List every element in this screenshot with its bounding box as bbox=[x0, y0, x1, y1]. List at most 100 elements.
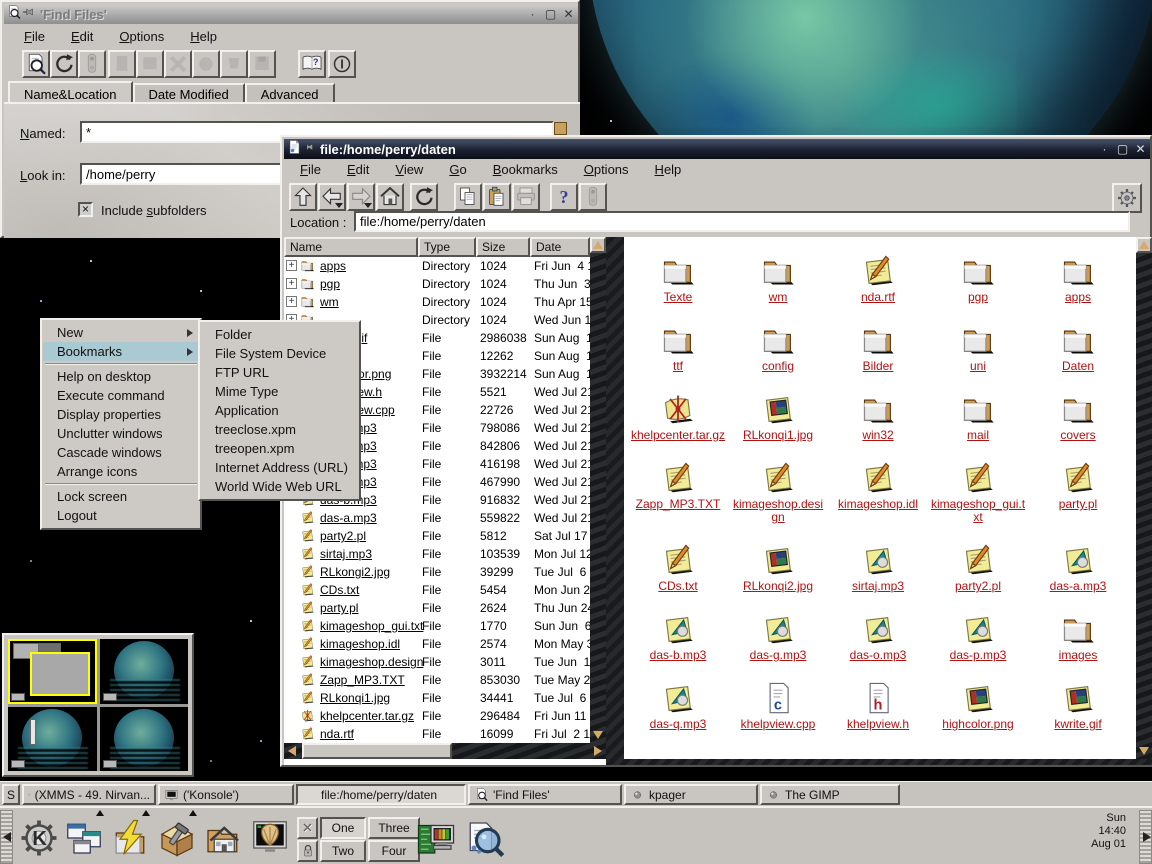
menu-item-cascade-windows[interactable]: Cascade windows bbox=[43, 443, 199, 462]
task-button-2[interactable]: ('Konsole') bbox=[158, 784, 294, 805]
icon-item[interactable]: wm bbox=[730, 249, 826, 304]
file-manager-menu-bookmarks[interactable]: Bookmarks bbox=[493, 162, 558, 177]
panel-logout-button[interactable] bbox=[297, 817, 318, 839]
file-name[interactable]: pgp bbox=[320, 277, 340, 291]
tree-vertical-scrollbar[interactable] bbox=[590, 237, 606, 743]
menu-item-lock-screen[interactable]: Lock screen bbox=[43, 487, 199, 506]
file-name[interactable]: khelpcenter.tar.gz bbox=[320, 709, 414, 723]
toolbar-back-button[interactable] bbox=[318, 183, 346, 211]
file-name[interactable]: kimageshop.idl bbox=[320, 637, 400, 651]
file-name[interactable]: RLkongi2.jpg bbox=[320, 565, 390, 579]
submenu-item-ftp-url[interactable]: FTP URL bbox=[201, 363, 358, 382]
file-manager-menu-edit[interactable]: Edit bbox=[347, 162, 369, 177]
toolbar-help-book-button[interactable]: ? bbox=[298, 50, 326, 78]
minimize-button[interactable]: · bbox=[525, 7, 540, 22]
table-row[interactable]: RLkonqi1.jpgFile34441Tue Jul 6 15: bbox=[284, 689, 590, 707]
toolbar-copy-button[interactable] bbox=[454, 183, 482, 211]
toolbar-doc-button[interactable] bbox=[108, 50, 136, 78]
icon-item[interactable]: kimageshop_gui.txt bbox=[930, 456, 1026, 524]
submenu-item-treeclose-xpm[interactable]: treeclose.xpm bbox=[201, 420, 358, 439]
tab-advanced[interactable]: Advanced bbox=[245, 83, 335, 104]
file-name[interactable]: kimageshop.design bbox=[320, 655, 423, 669]
file-name[interactable]: wm bbox=[320, 295, 339, 309]
submenu-item-treeopen-xpm[interactable]: treeopen.xpm bbox=[201, 439, 358, 458]
menu-item-logout[interactable]: Logout bbox=[43, 506, 199, 525]
table-row[interactable]: RLkongi2.jpgFile39299Tue Jul 6 15: bbox=[284, 563, 590, 581]
file-name[interactable]: RLkonqi1.jpg bbox=[320, 691, 390, 705]
toolbar-reload-button[interactable] bbox=[410, 183, 438, 211]
icon-item[interactable]: party2.pl bbox=[930, 538, 1026, 593]
icon-item[interactable]: kimageshop.design bbox=[730, 456, 826, 524]
tree-horizontal-scrollbar[interactable] bbox=[284, 743, 606, 759]
submenu-item-file-system-device[interactable]: File System Device bbox=[201, 344, 358, 363]
task-button-6[interactable]: The GIMP bbox=[760, 784, 900, 805]
panel-hide-left[interactable] bbox=[0, 810, 13, 864]
expand-icon[interactable]: + bbox=[286, 296, 297, 307]
menu-item-help-on-desktop[interactable]: Help on desktop bbox=[43, 367, 199, 386]
toolbar-circle-button[interactable] bbox=[192, 50, 220, 78]
icon-item[interactable]: covers bbox=[1030, 387, 1126, 442]
desktop-button-two[interactable]: Two bbox=[320, 840, 366, 862]
menu-item-display-properties[interactable]: Display properties bbox=[43, 405, 199, 424]
find-files-menu-file[interactable]: File bbox=[24, 29, 45, 44]
table-row[interactable]: +pgpDirectory1024Thu Jun 3 19 bbox=[284, 275, 590, 293]
sticky-pin-icon[interactable] bbox=[22, 5, 36, 24]
scroll-up-button[interactable] bbox=[590, 237, 606, 253]
icon-item[interactable]: khelpcenter.tar.gz bbox=[630, 387, 726, 442]
table-row[interactable]: sirtaj.mp3File103539Mon Jul 12 16 bbox=[284, 545, 590, 563]
table-row[interactable]: kimageshop.designFile3011Tue Jun 1 15 bbox=[284, 653, 590, 671]
scrollbar-thumb[interactable] bbox=[302, 743, 452, 759]
file-manager-menu-options[interactable]: Options bbox=[584, 162, 629, 177]
file-manager-menu-file[interactable]: File bbox=[300, 162, 321, 177]
panel-hide-right[interactable] bbox=[1139, 810, 1152, 864]
icon-item[interactable]: das-a.mp3 bbox=[1030, 538, 1126, 593]
task-button-5[interactable]: kpager bbox=[624, 784, 758, 805]
icon-item[interactable]: das-p.mp3 bbox=[930, 607, 1026, 662]
scroll-down-button[interactable] bbox=[590, 727, 606, 743]
icon-item[interactable]: RLkonqi2.jpg bbox=[730, 538, 826, 593]
icon-item[interactable]: ckhelpview.cpp bbox=[730, 676, 826, 731]
pager-desktop-1[interactable] bbox=[8, 639, 97, 704]
maximize-button[interactable]: ▢ bbox=[543, 7, 558, 22]
pager-desktop-2[interactable] bbox=[100, 639, 189, 704]
pager-desktop-3[interactable] bbox=[8, 707, 97, 772]
toolbar-search-doc-button[interactable] bbox=[22, 50, 50, 78]
icon-item[interactable]: CDs.txt bbox=[630, 538, 726, 593]
find-files-menu-options[interactable]: Options bbox=[119, 29, 164, 44]
maximize-button[interactable]: ▢ bbox=[1115, 142, 1130, 157]
icon-item[interactable]: win32 bbox=[830, 387, 926, 442]
launcher-konsole[interactable] bbox=[248, 816, 292, 860]
minimize-button[interactable]: · bbox=[1097, 142, 1112, 157]
table-row[interactable]: khelpcenter.tar.gzFile296484Fri Jun 11 2… bbox=[284, 707, 590, 725]
toolbar-stop-light-button[interactable] bbox=[78, 50, 106, 78]
scroll-down-button[interactable] bbox=[1136, 743, 1152, 759]
find-files-menu-edit[interactable]: Edit bbox=[71, 29, 93, 44]
file-name[interactable]: das-a.mp3 bbox=[320, 511, 377, 525]
panel-clock[interactable]: Sun 14:40 Aug 01 bbox=[1091, 812, 1126, 851]
icon-item[interactable]: Bilder bbox=[830, 318, 926, 373]
named-history-button[interactable] bbox=[554, 122, 567, 135]
icon-item[interactable]: das-g.mp3 bbox=[730, 607, 826, 662]
submenu-item-internet-address-url-[interactable]: Internet Address (URL) bbox=[201, 458, 358, 477]
toolbar-cup-button[interactable] bbox=[220, 50, 248, 78]
icon-item[interactable]: RLkonqi1.jpg bbox=[730, 387, 826, 442]
windowlist-button[interactable]: S bbox=[2, 784, 20, 805]
file-name[interactable]: party.pl bbox=[320, 601, 358, 615]
kde-gear-throbber[interactable] bbox=[1112, 183, 1142, 213]
submenu-item-application[interactable]: Application bbox=[201, 401, 358, 420]
file-name[interactable]: nda.rtf bbox=[320, 727, 354, 741]
menu-item-arrange-icons[interactable]: Arrange icons bbox=[43, 462, 199, 481]
expand-icon[interactable]: + bbox=[286, 278, 297, 289]
tab-name-location[interactable]: Name&Location bbox=[8, 81, 133, 104]
desktop-button-three[interactable]: Three bbox=[368, 817, 420, 839]
task-button-3[interactable]: file:/home/perry/daten bbox=[296, 784, 466, 805]
desktop-button-four[interactable]: Four bbox=[368, 840, 420, 862]
icon-item[interactable]: hkhelpview.h bbox=[830, 676, 926, 731]
launcher-toolbox[interactable] bbox=[155, 816, 199, 860]
table-row[interactable]: CDs.txtFile5454Mon Jun 28 2 bbox=[284, 581, 590, 599]
submenu-item-world-wide-web-url[interactable]: World Wide Web URL bbox=[201, 477, 358, 496]
table-row[interactable]: kimageshop.idlFile2574Mon May 31 1 bbox=[284, 635, 590, 653]
icon-item[interactable]: kimageshop.idl bbox=[830, 456, 926, 524]
launcher-k-menu[interactable]: K bbox=[17, 816, 61, 860]
icon-item[interactable]: uni bbox=[930, 318, 1026, 373]
